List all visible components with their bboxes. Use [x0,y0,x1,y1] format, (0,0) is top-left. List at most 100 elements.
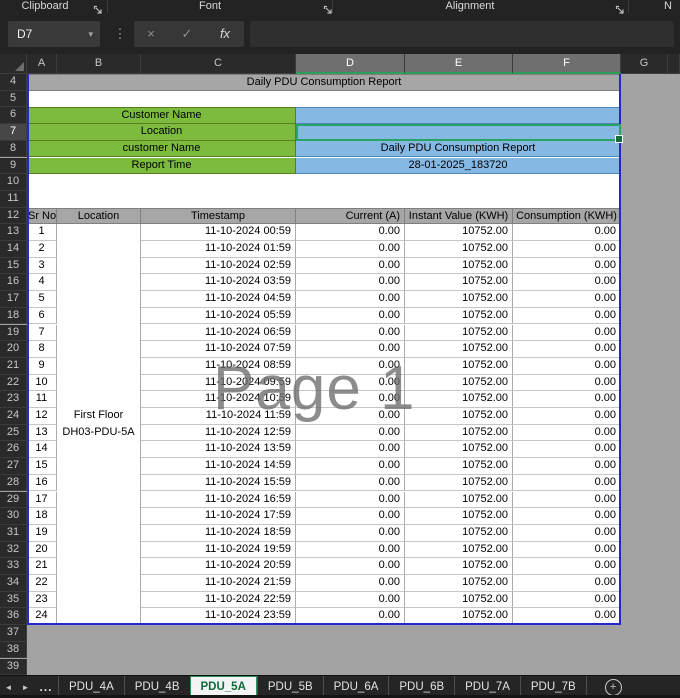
row-header-23[interactable]: 23 [0,391,27,408]
table-header-cell[interactable]: Timestamp [141,207,296,225]
timestamp-cell[interactable]: 11-10-2024 00:59 [141,224,296,241]
consumption-cell[interactable]: 0.00 [513,491,621,509]
info-value-cell[interactable] [296,107,621,125]
dialog-launcher-icon[interactable] [93,2,104,14]
row-header-30[interactable]: 30 [0,508,27,525]
consumption-cell[interactable]: 0.00 [513,307,621,325]
current-cell[interactable]: 0.00 [296,391,405,408]
current-cell[interactable]: 0.00 [296,224,405,241]
timestamp-cell[interactable]: 11-10-2024 04:59 [141,291,296,308]
instant-value-cell[interactable]: 10752.00 [405,341,513,358]
timestamp-cell[interactable]: 11-10-2024 18:59 [141,524,296,542]
instant-value-cell[interactable]: 10752.00 [405,307,513,325]
consumption-cell[interactable]: 0.00 [513,324,621,342]
row-header-32[interactable]: 32 [0,541,27,559]
sr-no-cell[interactable]: 22 [27,575,57,592]
consumption-cell[interactable]: 0.00 [513,591,621,609]
table-header-cell[interactable]: Sr No [27,207,57,225]
timestamp-cell[interactable]: 11-10-2024 09:59 [141,374,296,392]
timestamp-cell[interactable]: 11-10-2024 20:59 [141,558,296,575]
row-header-38[interactable]: 38 [0,641,27,659]
timestamp-cell[interactable]: 11-10-2024 22:59 [141,591,296,609]
consumption-cell[interactable]: 0.00 [513,391,621,408]
current-cell[interactable]: 0.00 [296,508,405,525]
current-cell[interactable]: 0.00 [296,491,405,509]
instant-value-cell[interactable]: 10752.00 [405,274,513,292]
table-header-cell[interactable]: Instant Value (KWH) [405,207,513,225]
current-cell[interactable]: 0.00 [296,458,405,475]
timestamp-cell[interactable]: 11-10-2024 19:59 [141,541,296,559]
current-cell[interactable]: 0.00 [296,324,405,342]
consumption-cell[interactable]: 0.00 [513,224,621,241]
current-cell[interactable]: 0.00 [296,541,405,559]
consumption-cell[interactable]: 0.00 [513,508,621,525]
info-label-cell[interactable]: Report Time [27,157,296,175]
info-value-cell[interactable]: Daily PDU Consumption Report [296,140,621,158]
instant-value-cell[interactable]: 10752.00 [405,391,513,408]
add-sheet-button[interactable]: + [604,678,622,696]
timestamp-cell[interactable]: 11-10-2024 10:59 [141,391,296,408]
row-header-28[interactable]: 28 [0,474,27,492]
timestamp-cell[interactable]: 11-10-2024 11:59 [141,408,296,425]
instant-value-cell[interactable]: 10752.00 [405,458,513,475]
info-label-cell[interactable]: Customer Name [27,107,296,125]
sr-no-cell[interactable]: 12 [27,408,57,425]
consumption-cell[interactable]: 0.00 [513,424,621,442]
timestamp-cell[interactable]: 11-10-2024 01:59 [141,241,296,258]
row-header-29[interactable]: 29 [0,491,27,509]
current-cell[interactable]: 0.00 [296,424,405,442]
sr-no-cell[interactable]: 8 [27,341,57,358]
current-cell[interactable]: 0.00 [296,341,405,358]
row-header-16[interactable]: 16 [0,274,27,292]
row-header-10[interactable]: 10 [0,174,27,191]
sr-no-cell[interactable]: 11 [27,391,57,408]
sr-no-cell[interactable]: 1 [27,224,57,241]
current-cell[interactable]: 0.00 [296,591,405,609]
report-title-cell[interactable]: Daily PDU Consumption Report [27,74,621,91]
column-header-C[interactable]: C [141,54,296,74]
table-header-cell[interactable]: Location [57,207,141,225]
column-header-B[interactable]: B [57,54,141,74]
sr-no-cell[interactable]: 14 [27,441,57,459]
row-header-17[interactable]: 17 [0,291,27,308]
consumption-cell[interactable]: 0.00 [513,357,621,375]
row-header-13[interactable]: 13 [0,224,27,241]
consumption-cell[interactable]: 0.00 [513,575,621,592]
enter-check-icon[interactable]: ✓ [170,21,204,47]
row-header-39[interactable]: 39 [0,658,27,676]
consumption-cell[interactable]: 0.00 [513,241,621,258]
sr-no-cell[interactable]: 3 [27,257,57,275]
insert-function-icon[interactable]: fx [208,21,242,47]
consumption-cell[interactable]: 0.00 [513,374,621,392]
row-header-9[interactable]: 9 [0,157,27,175]
sr-no-cell[interactable]: 13 [27,424,57,442]
consumption-cell[interactable]: 0.00 [513,341,621,358]
timestamp-cell[interactable]: 11-10-2024 13:59 [141,441,296,459]
instant-value-cell[interactable]: 10752.00 [405,241,513,258]
row-header-20[interactable]: 20 [0,341,27,358]
info-value-cell[interactable]: 28-01-2025_183720 [296,157,621,175]
more-options-icon[interactable]: ⋮ [112,21,128,47]
sr-no-cell[interactable]: 10 [27,374,57,392]
row-header-6[interactable]: 6 [0,107,27,125]
row-header-37[interactable]: 37 [0,625,27,642]
sr-no-cell[interactable]: 16 [27,474,57,492]
select-all-button[interactable] [0,54,27,74]
current-cell[interactable]: 0.00 [296,274,405,292]
column-header-D[interactable]: D [296,54,405,74]
instant-value-cell[interactable]: 10752.00 [405,257,513,275]
sr-no-cell[interactable]: 9 [27,357,57,375]
fill-handle[interactable] [615,134,623,143]
current-cell[interactable]: 0.00 [296,441,405,459]
row-header-5[interactable]: 5 [0,90,27,108]
dialog-launcher-icon[interactable] [615,2,626,14]
timestamp-cell[interactable]: 11-10-2024 12:59 [141,424,296,442]
name-box[interactable]: D7 ▾ [8,21,100,47]
row-header-4[interactable]: 4 [0,74,27,91]
instant-value-cell[interactable]: 10752.00 [405,224,513,241]
sr-no-cell[interactable]: 17 [27,491,57,509]
row-header-18[interactable]: 18 [0,307,27,325]
table-header-cell[interactable]: Consumption (KWH) [513,207,621,225]
instant-value-cell[interactable]: 10752.00 [405,541,513,559]
row-header-21[interactable]: 21 [0,357,27,375]
